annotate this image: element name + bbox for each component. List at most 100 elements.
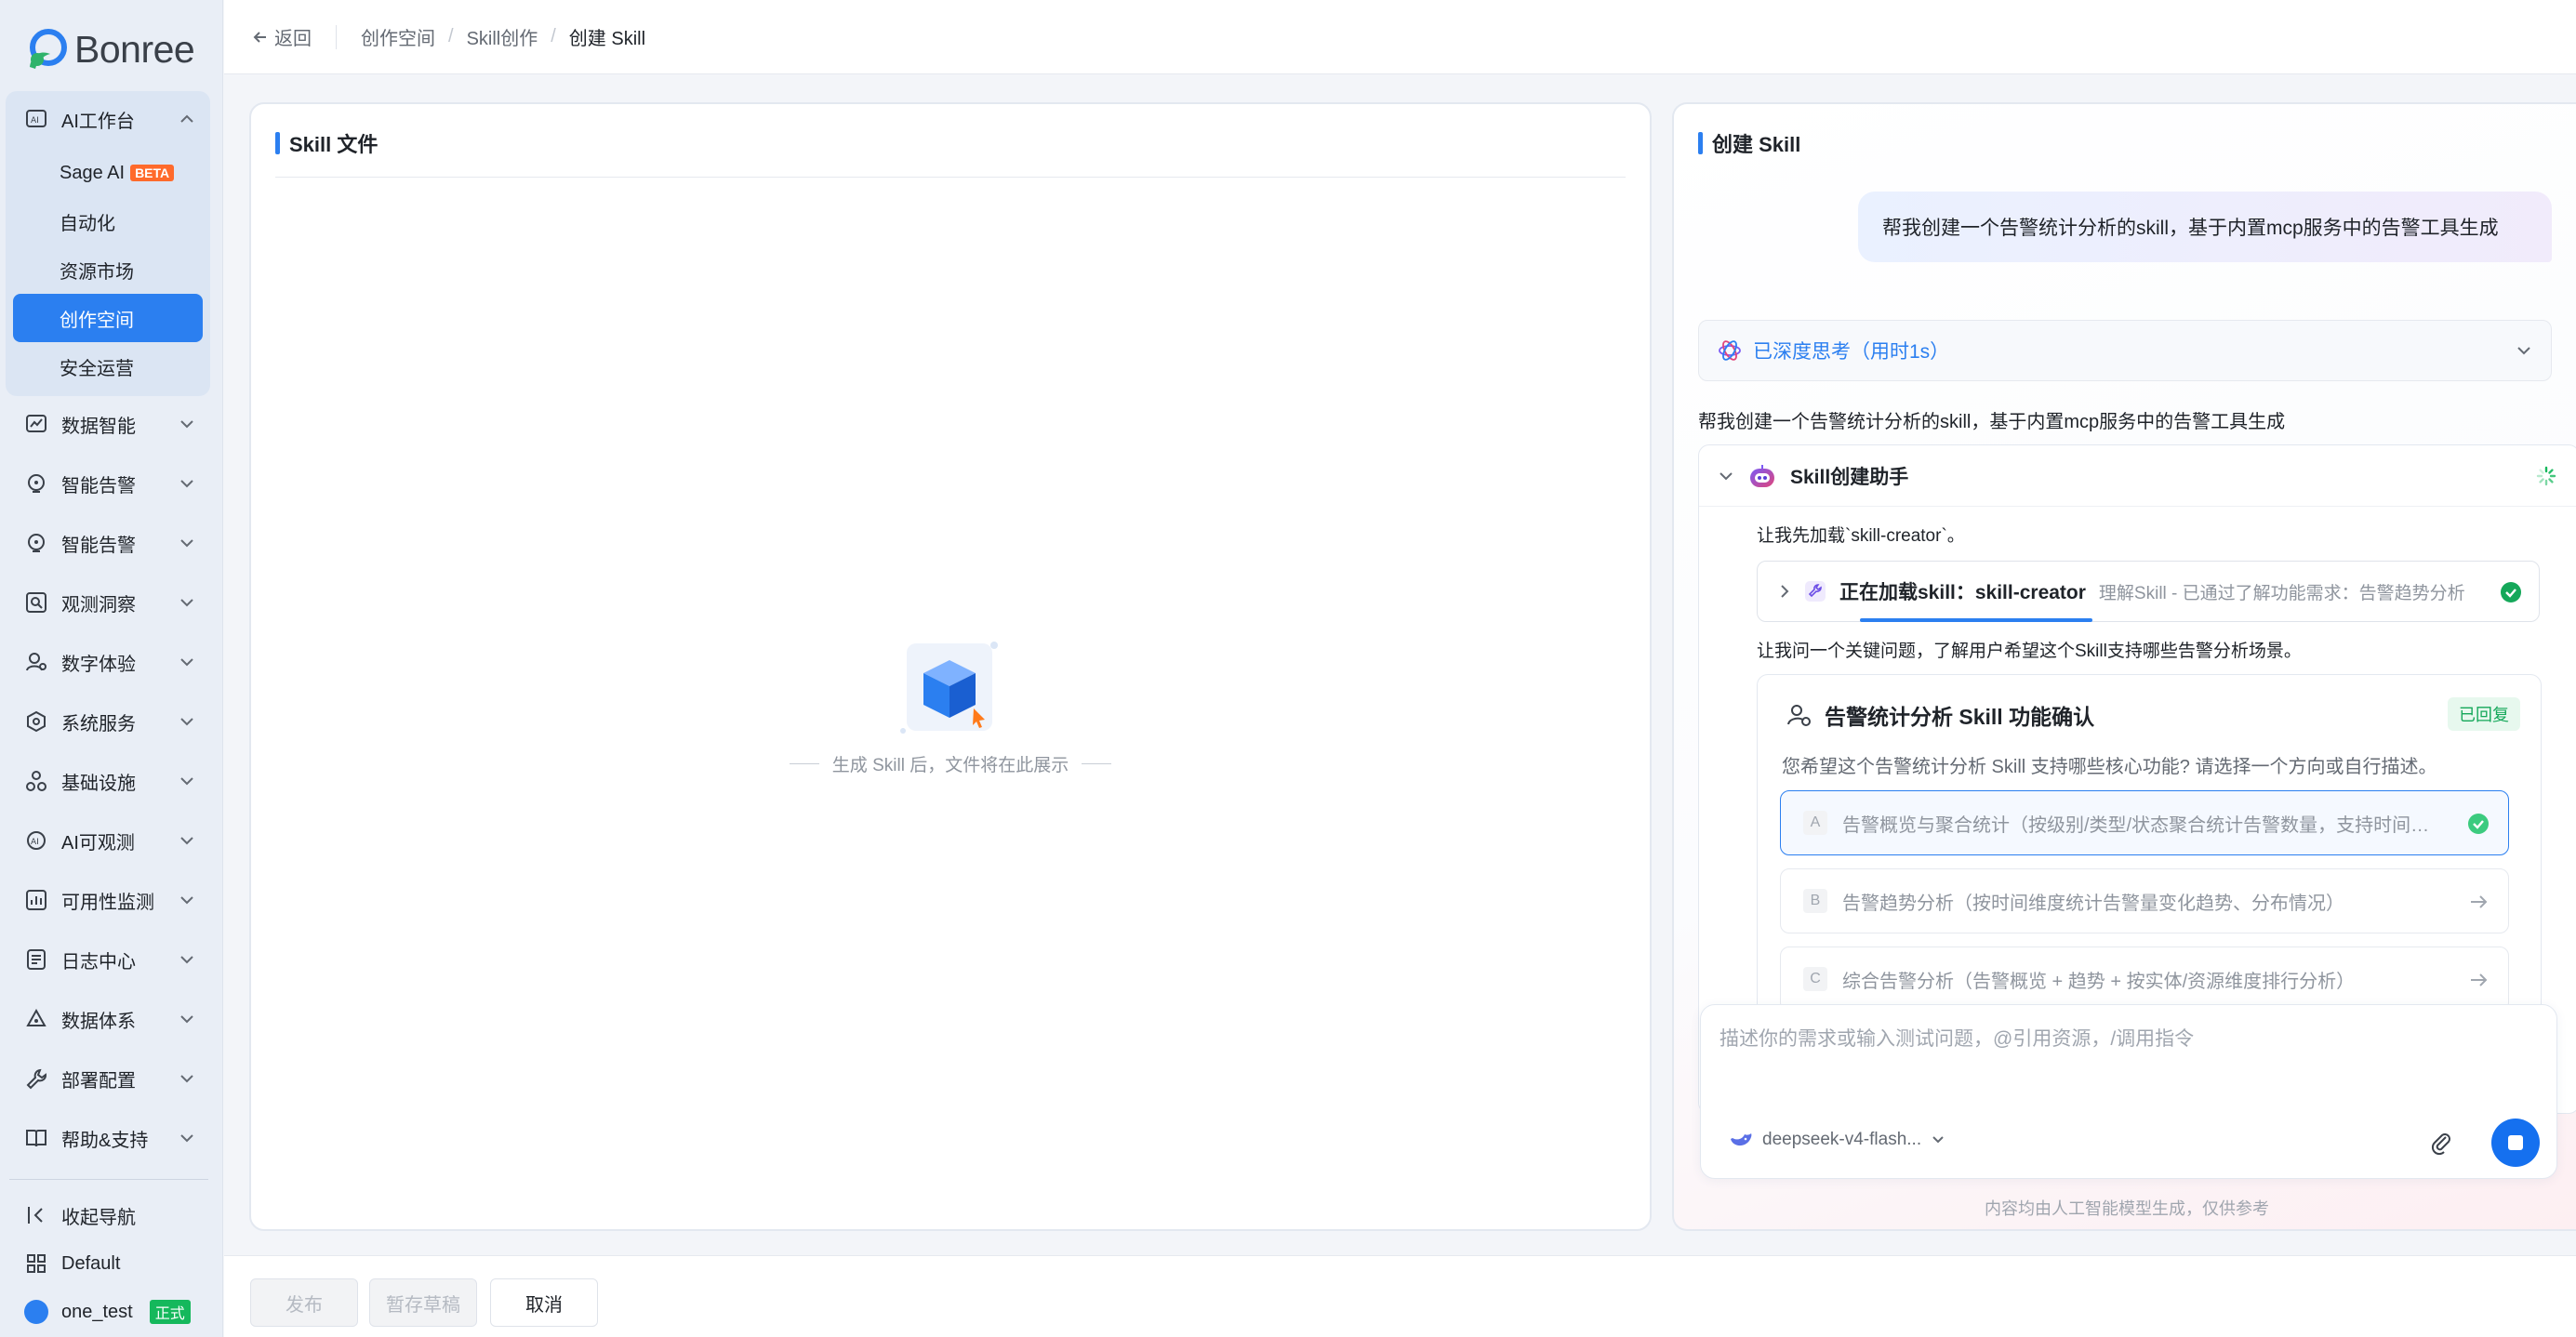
user-menu[interactable]: one_test 正式 bbox=[6, 1289, 210, 1335]
sidebar-item-data-system[interactable]: 数据体系 bbox=[6, 993, 210, 1045]
option-a[interactable]: A 告警概览与聚合统计（按级别/类型/状态聚合统计告警数量，支持时间范围筛选） bbox=[1780, 790, 2509, 855]
paperclip-icon[interactable] bbox=[2428, 1130, 2454, 1156]
sidebar-item-infrastructure[interactable]: 基础设施 bbox=[6, 755, 210, 807]
sidebar-item-creation-space[interactable]: 创作空间 bbox=[13, 294, 203, 342]
sidebar-item-digital-experience[interactable]: 数字体验 bbox=[6, 636, 210, 688]
chevron-down-icon bbox=[1720, 471, 1733, 480]
nav-group-header[interactable]: AI AI工作台 bbox=[6, 91, 210, 147]
breadcrumb-separator: / bbox=[551, 26, 556, 46]
sidebar-item-smart-alert[interactable]: 智能告警 bbox=[6, 457, 210, 510]
chevron-down-icon bbox=[180, 718, 193, 726]
empty-message: 生成 Skill 后，文件将在此展示 bbox=[789, 751, 1112, 776]
question-header: 告警统计分析 Skill 功能确认 bbox=[1786, 699, 2094, 731]
option-letter: B bbox=[1803, 889, 1827, 913]
sidebar-item-smart-alert-2[interactable]: 智能告警 bbox=[6, 517, 210, 569]
option-letter: C bbox=[1803, 967, 1827, 991]
breadcrumb-creation-space[interactable]: 创作空间 bbox=[361, 23, 435, 50]
assistant-message: 让我问一个关键问题，了解用户希望这个Skill支持哪些告警分析场景。 bbox=[1757, 642, 2302, 661]
sidebar-item-label: AI可观测 bbox=[61, 832, 135, 854]
title-accent-bar bbox=[1698, 132, 1703, 154]
sidebar-item-help-support[interactable]: 帮助&支持 bbox=[6, 1112, 210, 1164]
sidebar-item-label: 观测洞察 bbox=[61, 594, 136, 616]
sidebar-item-observability[interactable]: 观测洞察 bbox=[6, 576, 210, 629]
network-icon bbox=[27, 710, 46, 733]
skill-loading-step[interactable]: 正在加载skill：skill-creator 理解Skill - 已通过了解功… bbox=[1757, 561, 2540, 622]
sidebar-item-label: 自动化 bbox=[60, 213, 115, 234]
option-letter: A bbox=[1803, 811, 1827, 835]
breadcrumb: 创作空间 / Skill创作 / 创建 Skill bbox=[361, 23, 645, 50]
chevron-down-icon bbox=[180, 956, 193, 964]
chart-line-icon bbox=[26, 415, 46, 432]
assistant-header[interactable]: Skill创建助手 bbox=[1699, 445, 2576, 507]
assistant-name: Skill创建助手 bbox=[1790, 466, 1909, 488]
decor-line bbox=[789, 763, 819, 764]
book-icon bbox=[26, 1130, 46, 1147]
sidebar-item-data-intelligence[interactable]: 数据智能 bbox=[6, 398, 210, 450]
chat-input-box: deepseek-v4-flash... bbox=[1700, 1004, 2557, 1179]
sidebar-item-label: 数字体验 bbox=[61, 654, 136, 675]
chevron-down-icon bbox=[180, 837, 193, 845]
sidebar-item-resource-market[interactable]: 资源市场 bbox=[13, 245, 203, 294]
thinking-label: 已深度思考（用时1s） bbox=[1753, 341, 1950, 363]
chevron-down-icon bbox=[180, 1015, 193, 1024]
sidebar-item-deploy-config[interactable]: 部署配置 bbox=[6, 1052, 210, 1105]
sidebar-item-label: 数据体系 bbox=[61, 1011, 136, 1032]
robot-icon bbox=[1750, 464, 1774, 487]
user-status-badge: 正式 bbox=[149, 1300, 191, 1324]
sidebar-item-automation[interactable]: 自动化 bbox=[13, 197, 203, 245]
grid-icon bbox=[27, 1254, 46, 1273]
thinking-collapse[interactable]: 已深度思考（用时1s） bbox=[1698, 320, 2552, 381]
sidebar-item-log-center[interactable]: 日志中心 bbox=[6, 933, 210, 986]
chat-input[interactable] bbox=[1720, 1024, 2538, 1098]
sidebar-item-label: 数据智能 bbox=[61, 416, 136, 437]
assistant-message: 让我先加载`skill-creator`。 bbox=[1757, 526, 1965, 546]
create-skill-chat-panel: 创建 Skill 帮我创建一个告警统计分析的skill，基于内置mcp服务中的告… bbox=[1672, 102, 2576, 1231]
sidebar-item-label: 创作空间 bbox=[60, 310, 134, 331]
assistant-reply-text: 帮我创建一个告警统计分析的skill，基于内置mcp服务中的告警工具生成 bbox=[1698, 412, 2286, 432]
sidebar-item-sage-ai[interactable]: Sage AI BETA bbox=[13, 149, 203, 197]
panel-divider bbox=[275, 177, 1626, 178]
magnifier-icon bbox=[26, 592, 46, 613]
avatar bbox=[24, 1300, 48, 1324]
option-b[interactable]: B 告警趋势分析（按时间维度统计告警量变化趋势、分布情况） bbox=[1780, 868, 2509, 933]
save-draft-button[interactable]: 暂存草稿 bbox=[369, 1278, 477, 1327]
option-c[interactable]: C 综合告警分析（告警概览 + 趋势 + 按实体/资源维度排行分析） bbox=[1780, 946, 2509, 1012]
sidebar-item-availability[interactable]: 可用性监测 bbox=[6, 874, 210, 926]
sidebar-item-label: 基础设施 bbox=[61, 773, 136, 794]
model-selector[interactable]: deepseek-v4-flash... bbox=[1729, 1130, 1945, 1150]
brand-name: Bonree bbox=[74, 27, 195, 71]
atom-icon bbox=[1719, 340, 1741, 361]
collapse-icon bbox=[28, 1207, 43, 1224]
breadcrumb-skill-creation[interactable]: Skill创作 bbox=[467, 23, 538, 50]
top-bar: 返回 创作空间 / Skill创作 / 创建 Skill bbox=[224, 0, 2576, 74]
user-question-icon bbox=[1787, 705, 1811, 726]
chevron-right-icon bbox=[1781, 585, 1789, 598]
sidebar-item-system-service[interactable]: 系统服务 bbox=[6, 695, 210, 748]
arrow-left-icon bbox=[253, 31, 266, 43]
logo[interactable]: Bonree bbox=[24, 24, 195, 74]
back-button[interactable]: 返回 bbox=[252, 23, 312, 50]
chevron-down-icon bbox=[1932, 1136, 1944, 1144]
stop-generation-button[interactable] bbox=[2491, 1119, 2540, 1167]
arrow-right-icon bbox=[2471, 973, 2488, 986]
sidebar-item-security-ops[interactable]: 安全运营 bbox=[13, 342, 203, 391]
sidebar-item-label: 帮助&支持 bbox=[61, 1130, 149, 1151]
wrench-icon bbox=[26, 1068, 46, 1090]
publish-button[interactable]: 发布 bbox=[250, 1278, 358, 1327]
cancel-button[interactable]: 取消 bbox=[490, 1278, 598, 1327]
sidebar-item-ai-observability[interactable]: AI AI可观测 bbox=[6, 814, 210, 867]
collapse-nav-button[interactable]: 收起导航 bbox=[6, 1192, 210, 1238]
availability-chart-icon bbox=[26, 890, 46, 910]
chevron-down-icon bbox=[180, 777, 193, 786]
check-circle-icon bbox=[2468, 814, 2489, 834]
chevron-down-icon bbox=[2517, 347, 2530, 355]
workspace-switcher[interactable]: Default bbox=[6, 1240, 210, 1287]
ai-workbench-icon: AI bbox=[26, 110, 46, 127]
model-label: deepseek-v4-flash... bbox=[1762, 1130, 1922, 1149]
log-icon bbox=[27, 949, 46, 970]
sidebar-item-label: 资源市场 bbox=[60, 261, 134, 283]
title-accent-bar bbox=[275, 132, 280, 154]
arrow-right-icon bbox=[2471, 895, 2488, 908]
option-text: 综合告警分析（告警概览 + 趋势 + 按实体/资源维度排行分析） bbox=[1842, 971, 2356, 992]
loading-progress-bar bbox=[1860, 618, 2092, 622]
